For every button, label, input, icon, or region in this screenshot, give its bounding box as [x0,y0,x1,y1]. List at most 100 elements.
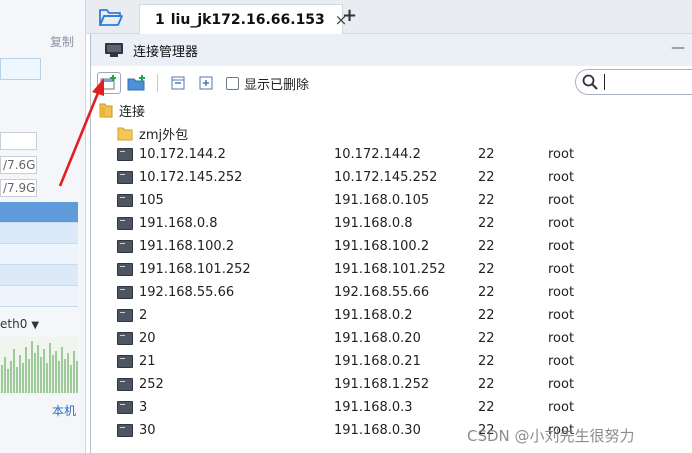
session-name: 105 [139,193,164,208]
collapse-icon [171,76,185,90]
session-name: 30 [139,423,156,438]
session-user: root [548,377,575,392]
session-user: root [548,193,575,208]
session-name: 10.172.144.2 [139,147,226,162]
terminal-session-icon [117,286,133,299]
tree-group-folder[interactable]: zmj外包 [117,123,188,143]
show-deleted-checkbox[interactable]: 显示已删除 [226,74,309,93]
process-row[interactable] [0,223,78,244]
terminal-session-icon [117,378,133,391]
session-name: 20 [139,331,156,346]
caret-down-icon: ▼ [31,320,40,331]
session-user: root [548,308,575,323]
session-row[interactable]: 191.168.100.2 191.168.100.2 22 root [91,236,692,259]
terminal-session-icon [117,263,133,276]
session-row[interactable]: 2 191.168.0.2 22 root [91,305,692,328]
session-port: 22 [478,331,495,346]
session-port: 22 [478,354,495,369]
connection-manager-window: 连接管理器 — 显示已删除 连接 zmj外包 10.172.144.2 10.1… [90,34,692,453]
session-port: 22 [478,285,495,300]
memory-value-1: /7.6G [0,156,37,174]
network-traffic-chart [0,337,78,393]
session-port: 22 [478,239,495,254]
manager-toolbar: 显示已删除 [91,67,692,99]
left-input-field[interactable] [0,58,41,80]
session-host: 191.168.0.21 [334,354,421,369]
session-user: root [548,285,575,300]
text-cursor [604,74,605,90]
session-list: 10.172.144.2 10.172.144.2 22 root 10.172.145… [91,144,692,443]
session-row[interactable]: 3 191.168.0.3 22 root [91,397,692,420]
session-row[interactable]: 10.172.144.2 10.172.144.2 22 root [91,144,692,167]
session-port: 22 [478,193,495,208]
interface-select[interactable]: eth0 ▼ [0,317,39,331]
terminal-session-icon [117,217,133,230]
search-input[interactable] [575,69,692,95]
collapse-all-button[interactable] [166,72,190,94]
process-row-selected[interactable] [0,202,78,223]
show-deleted-label: 显示已删除 [244,77,310,93]
process-row[interactable] [0,265,78,286]
session-name: 10.172.145.252 [139,170,243,185]
session-name: 191.168.101.252 [139,262,251,277]
session-port: 22 [478,170,495,185]
session-port: 22 [478,147,495,162]
minimize-button[interactable]: — [671,40,685,56]
session-name: 3 [139,400,148,415]
session-user: root [548,147,575,162]
session-row[interactable]: 191.168.101.252 191.168.101.252 22 root [91,259,692,282]
session-user: root [548,354,575,369]
session-row[interactable]: 252 191.168.1.252 22 root [91,374,692,397]
session-name: 21 [139,354,156,369]
copy-button[interactable]: 复制 [50,33,74,50]
session-host: 191.168.0.30 [334,423,421,438]
toolbar-divider [157,74,158,92]
session-name: 192.168.55.66 [139,285,235,300]
search-icon [582,74,598,90]
terminal-session-icon [117,424,133,437]
terminal-session-icon [117,401,133,414]
session-name: 191.168.100.2 [139,239,235,254]
terminal-session-icon [117,355,133,368]
expand-all-button[interactable] [194,72,218,94]
window-title: 连接管理器 [133,44,199,60]
session-host: 191.168.100.2 [334,239,430,254]
annotation-arrow-icon [58,78,104,187]
watermark-text: CSDN @小刘先生很努力 [467,427,635,445]
add-tab-button[interactable]: + [342,5,358,26]
session-host: 191.168.0.2 [334,308,413,323]
session-row[interactable]: 192.168.55.66 192.168.55.66 22 root [91,282,692,305]
session-row[interactable]: 191.168.0.8 191.168.0.8 22 root [91,213,692,236]
terminal-session-icon [117,194,133,207]
session-row[interactable]: 21 191.168.0.21 22 root [91,351,692,374]
session-tab[interactable]: 1 liu_jk172.16.66.153 × [139,4,347,34]
session-user: root [548,239,575,254]
connection-tree: 连接 zmj外包 10.172.144.2 10.172.144.2 22 root 1… [91,99,692,453]
terminal-session-icon [117,309,133,322]
session-name: 252 [139,377,164,392]
process-row[interactable] [0,286,78,307]
left-box-empty [0,132,37,150]
session-row[interactable]: 20 191.168.0.20 22 root [91,328,692,351]
session-user: root [548,262,575,277]
session-port: 22 [478,308,495,323]
session-name: 191.168.0.8 [139,216,218,231]
session-host: 10.172.144.2 [334,147,421,162]
tab-title: liu_jk172.16.66.153 [170,11,325,28]
session-name: 2 [139,308,148,323]
session-port: 22 [478,377,495,392]
window-titlebar: 连接管理器 — [91,34,692,66]
session-host: 10.172.145.252 [334,170,438,185]
checkbox-box[interactable] [226,76,239,90]
left-monitor-panel: 复制 /7.6G /7.9G eth0 ▼ 本机 [0,0,86,453]
folder-open-icon[interactable] [98,6,124,28]
session-port: 22 [478,262,495,277]
local-label[interactable]: 本机 [52,402,76,419]
new-folder-button[interactable] [125,72,149,94]
connection-manager-logo-icon [105,43,123,57]
session-row[interactable]: 105 191.168.0.105 22 root [91,190,692,213]
session-row[interactable]: 10.172.145.252 10.172.145.252 22 root [91,167,692,190]
session-user: root [548,400,575,415]
process-row[interactable] [0,244,78,265]
session-user: root [548,170,575,185]
